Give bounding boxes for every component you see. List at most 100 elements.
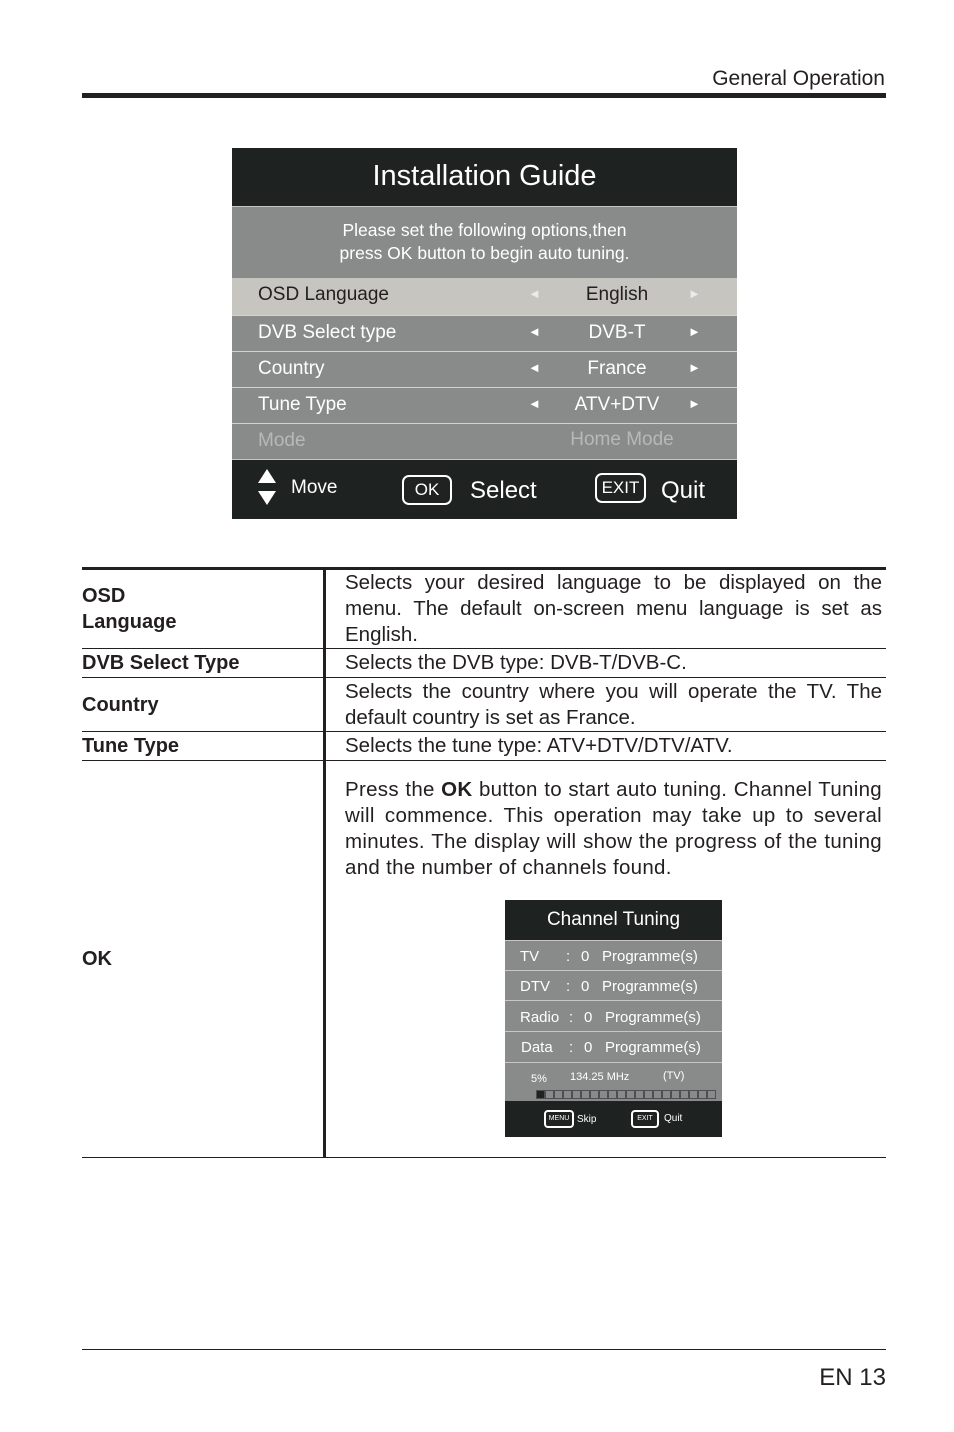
channel-count-row: Data : 0 Programme(s) <box>505 1032 722 1063</box>
progress-segment <box>707 1090 716 1099</box>
ok-key-icon: OK <box>402 475 452 505</box>
arrow-right-icon[interactable]: ► <box>688 286 701 301</box>
channel-unit: Programme(s) <box>605 1039 701 1056</box>
select-hint: Select <box>470 477 537 504</box>
osd-message-line: Please set the following options,then <box>342 220 627 240</box>
osd-row-mode: Mode Home Mode <box>232 423 737 459</box>
term-country: Country <box>82 694 159 716</box>
channel-count: 0 <box>581 978 590 995</box>
separator: : <box>566 978 571 995</box>
channel-tuning-panel: Channel Tuning TV : 0 Programme(s) DTV :… <box>505 900 722 1137</box>
exit-key-icon: EXIT <box>595 473 646 503</box>
table-row-divider <box>82 731 886 732</box>
channel-unit: Programme(s) <box>605 1009 701 1026</box>
progress-segment <box>545 1090 554 1099</box>
progress-segment <box>671 1090 680 1099</box>
progress-segment <box>572 1090 581 1099</box>
osd-footer: Move OK Select EXIT Quit <box>232 459 737 519</box>
channel-count: 0 <box>584 1009 593 1026</box>
osd-title: Installation Guide <box>232 148 737 207</box>
menu-key-icon: MENU <box>544 1110 574 1128</box>
header-divider <box>82 93 886 98</box>
skip-hint: Skip <box>577 1114 597 1125</box>
channel-count-row: TV : 0 Programme(s) <box>505 941 722 971</box>
description-osd-language: Selects your desired language to be disp… <box>345 571 882 646</box>
progress-segment <box>698 1090 707 1099</box>
quit-hint: Quit <box>661 477 706 504</box>
description-tune-type: Selects the tune type: ATV+DTV/DTV/ATV. <box>345 734 733 757</box>
osd-row-osd-language[interactable]: OSD Language ◄ English ► <box>232 278 737 315</box>
up-down-arrows-icon <box>258 469 276 505</box>
progress-segment <box>644 1090 653 1099</box>
arrow-right-icon[interactable]: ► <box>688 324 701 339</box>
progress-segment <box>554 1090 563 1099</box>
description-country: Selects the country where you will opera… <box>345 680 882 729</box>
progress-segment <box>563 1090 572 1099</box>
progress-segment <box>635 1090 644 1099</box>
osd-row-value: DVB-T <box>588 322 646 343</box>
term-tune-type: Tune Type <box>82 735 180 757</box>
quit-hint: Quit <box>664 1113 683 1124</box>
osd-row-label: OSD Language <box>258 284 389 305</box>
channel-type: Data <box>521 1039 553 1056</box>
channel-type: DTV <box>520 978 550 995</box>
progress-segment <box>590 1090 599 1099</box>
description-bold: OK <box>441 778 473 801</box>
osd-row-label: Tune Type <box>258 394 347 415</box>
progress-bar <box>536 1090 716 1099</box>
table-row-divider <box>82 648 886 649</box>
progress-segment <box>608 1090 617 1099</box>
tuning-frequency: 134.25 MHz <box>570 1071 630 1083</box>
table-bottom-rule <box>82 1157 886 1158</box>
arrow-left-icon[interactable]: ◄ <box>528 286 541 301</box>
term-dvb-select-type: DVB Select Type <box>82 652 240 674</box>
arrow-right-icon[interactable]: ► <box>688 396 701 411</box>
osd-message: Please set the following options,then pr… <box>232 207 737 278</box>
channel-count: 0 <box>581 948 590 965</box>
osd-row-label: Country <box>258 358 325 379</box>
arrow-right-icon[interactable]: ► <box>688 360 701 375</box>
channel-unit: Programme(s) <box>602 948 698 965</box>
separator: : <box>569 1039 574 1056</box>
arrow-left-icon[interactable]: ◄ <box>528 396 541 411</box>
tuning-source: (TV) <box>663 1070 685 1082</box>
term-line: OSD <box>82 585 126 607</box>
channel-count-row: DTV : 0 Programme(s) <box>505 971 722 1001</box>
osd-row-dvb-select-type[interactable]: DVB Select type ◄ DVB-T ► <box>232 315 737 351</box>
section-title: General Operation <box>712 67 885 90</box>
description-text: Press the <box>345 778 442 801</box>
progress-segment <box>617 1090 626 1099</box>
progress-segment <box>680 1090 689 1099</box>
osd-row-value: ATV+DTV <box>574 394 660 415</box>
progress-segment <box>536 1090 545 1099</box>
progress-percent: 5% <box>531 1073 547 1085</box>
channel-tuning-title: Channel Tuning <box>505 900 722 941</box>
osd-row-value: France <box>587 358 647 379</box>
arrow-left-icon[interactable]: ◄ <box>528 360 541 375</box>
separator: : <box>566 948 571 965</box>
arrow-left-icon[interactable]: ◄ <box>528 324 541 339</box>
installation-guide-menu: Installation Guide Please set the follow… <box>232 148 737 519</box>
progress-segment <box>599 1090 608 1099</box>
footer-divider <box>82 1349 886 1350</box>
progress-segment <box>653 1090 662 1099</box>
term-line: Language <box>82 611 177 633</box>
channel-tuning-footer: MENU Skip EXIT Quit <box>505 1101 722 1137</box>
term-ok: OK <box>82 948 112 970</box>
osd-row-country[interactable]: Country ◄ France ► <box>232 351 737 387</box>
channel-count-row: Radio : 0 Programme(s) <box>505 1001 722 1032</box>
channel-type: TV <box>520 948 540 965</box>
channel-unit: Programme(s) <box>602 978 698 995</box>
exit-key-icon: EXIT <box>631 1110 659 1128</box>
osd-message-line: press OK button to begin auto tuning. <box>339 243 630 263</box>
osd-row-label: Mode <box>258 430 306 451</box>
description-ok: Press the OK button to start auto tuning… <box>345 777 882 881</box>
progress-segment <box>581 1090 590 1099</box>
osd-row-tune-type[interactable]: Tune Type ◄ ATV+DTV ► <box>232 387 737 423</box>
osd-row-value: Home Mode <box>570 429 674 450</box>
channel-type: Radio <box>520 1009 560 1026</box>
osd-row-label: DVB Select type <box>258 322 397 343</box>
osd-row-value: English <box>585 284 649 305</box>
separator: : <box>569 1009 574 1026</box>
term-osd-language: OSD Language <box>82 583 176 635</box>
